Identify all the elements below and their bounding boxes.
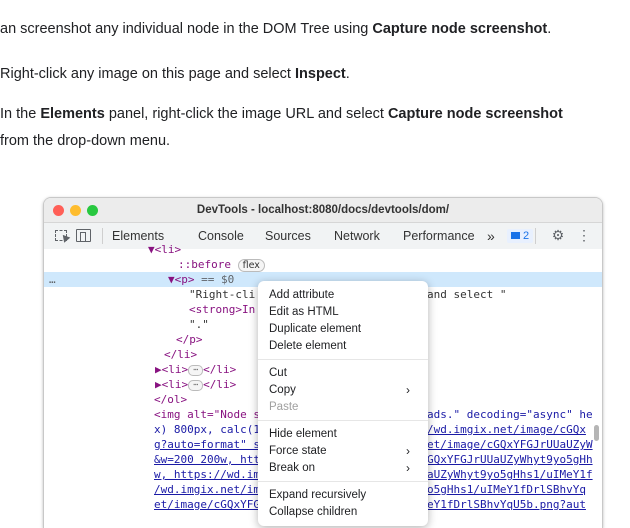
- doc-text: panel, right-click the image URL and sel…: [104, 106, 388, 122]
- doc-text: .: [547, 21, 552, 37]
- menu-item-label: Break on: [269, 462, 316, 474]
- menu-item-label: Copy: [269, 384, 296, 396]
- dom-node[interactable]: ::before flex: [178, 257, 602, 272]
- img-link[interactable]: o5gHhs1/uIMeY1fDrlSBhvYq: [427, 482, 602, 497]
- url-link[interactable]: &w=200 200w, htt: [154, 453, 260, 466]
- menu-item-edit-html[interactable]: Edit as HTML: [269, 304, 418, 320]
- text-node: ".": [189, 318, 209, 331]
- doc-text: In the: [0, 106, 41, 122]
- menu-item-break-on[interactable]: Break on ›: [269, 460, 418, 476]
- issues-badge[interactable]: 2: [507, 229, 534, 243]
- url-link[interactable]: aUZyWhyt9yo5gHhs1/uIMeY1f: [427, 468, 593, 481]
- url-link[interactable]: GQxYFGJrUUaUZyWhyt9yo5gHh: [427, 453, 593, 466]
- divider: [102, 228, 103, 244]
- tag-text: ▼<p>: [168, 273, 195, 286]
- gear-icon[interactable]: ⚙: [551, 228, 565, 242]
- doc-line-4: from the drop-down menu.: [0, 133, 171, 149]
- menu-item-paste: Paste: [269, 401, 299, 413]
- doc-strong: Capture node screenshot: [372, 21, 548, 37]
- menu-item-copy[interactable]: Copy ›: [269, 382, 418, 398]
- menu-separator: [258, 481, 428, 482]
- collapsed-content[interactable]: ⋯: [188, 364, 204, 376]
- tag-text: ▼<li>: [148, 243, 182, 256]
- img-node[interactable]: ads." decoding="async" he: [427, 407, 602, 422]
- tag-text: </li>: [203, 363, 237, 376]
- url-link[interactable]: /wd.imgix.net/image/cGQx: [427, 423, 586, 436]
- url-link[interactable]: g?auto=format" s: [154, 438, 260, 451]
- scrollbar-thumb[interactable]: [594, 425, 599, 441]
- img-link[interactable]: et/image/cGQxYFGJrUUaUZyW: [427, 437, 602, 452]
- img-link[interactable]: GQxYFGJrUUaUZyWhyt9yo5gHh: [427, 452, 602, 467]
- tag-text: <strong>In: [189, 303, 256, 316]
- tag-text: <img alt="Node s: [154, 408, 260, 421]
- ellipsis-icon[interactable]: …: [49, 272, 56, 287]
- tag-text: </li>: [164, 348, 198, 361]
- chevron-right-icon: ›: [406, 461, 410, 475]
- tag-text: ▶<li>: [155, 378, 189, 391]
- doc-strong: Elements: [40, 106, 105, 122]
- dom-node[interactable]: ▼<li>: [148, 242, 602, 257]
- tag-text: </li>: [203, 378, 237, 391]
- url-link[interactable]: eY1fDrlSBhvYqU5b.png?aut: [427, 498, 586, 511]
- context-menu: Add attribute Edit as HTML Duplicate ele…: [258, 281, 428, 526]
- menu-item-delete[interactable]: Delete element: [269, 338, 418, 354]
- doc-strong: Inspect: [295, 66, 346, 82]
- text-node: and select ": [427, 288, 507, 301]
- flex-badge[interactable]: flex: [237, 259, 265, 272]
- doc-line-1: an screenshot any individual node in the…: [0, 19, 551, 39]
- doc-line-2: Right-click any image on this page and s…: [0, 64, 350, 84]
- url-link[interactable]: et/image/cGQxYFGJrUUaUZyW: [427, 438, 593, 451]
- img-link[interactable]: aUZyWhyt9yo5gHhs1/uIMeY1f: [427, 467, 602, 482]
- doc-strong: Capture node screenshot: [387, 106, 563, 122]
- doc-text: an screenshot any individual node in the…: [0, 21, 373, 37]
- tag-text: </ol>: [154, 393, 188, 406]
- message-icon: [511, 232, 520, 239]
- menu-item-duplicate[interactable]: Duplicate element: [269, 321, 418, 337]
- menu-item-add-attribute[interactable]: Add attribute: [269, 287, 418, 303]
- title-bar: DevTools - localhost:8080/docs/devtools/…: [44, 198, 602, 223]
- img-link[interactable]: /wd.imgix.net/image/cGQx: [427, 422, 602, 437]
- tag-text: </p>: [176, 333, 203, 346]
- menu-item-label: Force state: [269, 445, 327, 457]
- url-link[interactable]: w, https://wd.im: [154, 468, 260, 481]
- tag-text: ▶<li>: [155, 363, 189, 376]
- message-count: 2: [523, 230, 530, 242]
- url-link[interactable]: /wd.imgix.net/im: [154, 483, 260, 496]
- doc-line-3: In the Elements panel, right-click the i…: [0, 104, 563, 124]
- menu-item-force-state[interactable]: Force state ›: [269, 443, 418, 459]
- chevron-right-icon: ›: [406, 444, 410, 458]
- selected-marker: == $0: [194, 273, 235, 286]
- window-title: DevTools - localhost:8080/docs/devtools/…: [196, 204, 450, 216]
- chevron-right-icon: ›: [406, 383, 410, 397]
- menu-item-cut[interactable]: Cut: [269, 365, 418, 381]
- kebab-menu-icon[interactable]: ⋮: [577, 228, 591, 242]
- menu-item-hide[interactable]: Hide element: [269, 426, 418, 442]
- url-link[interactable]: o5gHhs1/uIMeY1fDrlSBhvYq: [427, 483, 586, 496]
- img-link[interactable]: eY1fDrlSBhvYqU5b.png?aut: [427, 497, 602, 512]
- menu-separator: [258, 420, 428, 421]
- text-node: "Right-cli: [189, 288, 256, 301]
- attr-text: ads." decoding="async" he: [427, 408, 593, 421]
- collapsed-content[interactable]: ⋯: [188, 379, 204, 391]
- dom-node[interactable]: and select ": [427, 287, 602, 302]
- pseudo-text: ::before: [178, 258, 231, 271]
- doc-text: .: [345, 66, 350, 82]
- menu-item-expand-recursively[interactable]: Expand recursively: [269, 487, 418, 503]
- menu-separator: [258, 359, 428, 360]
- attr-text: x) 800px, calc(1: [154, 423, 260, 436]
- doc-text: Right-click any image on this page and s…: [0, 66, 295, 82]
- menu-item-collapse-children[interactable]: Collapse children: [269, 504, 418, 520]
- url-link[interactable]: et/image/cGQxYFG: [154, 498, 260, 511]
